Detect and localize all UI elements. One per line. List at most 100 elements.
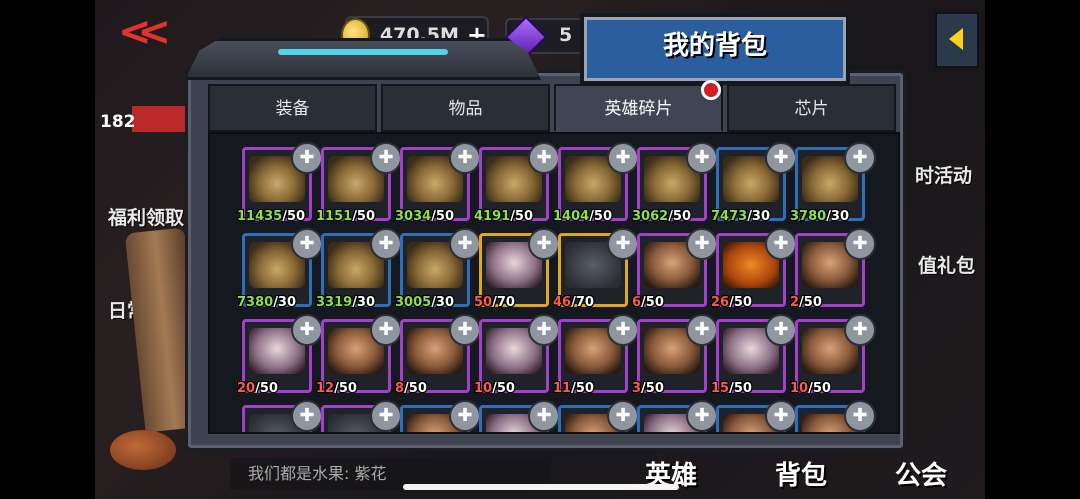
backpack-tabs: 装备 物品 英雄碎片 芯片	[208, 84, 896, 132]
puzzle-piece-icon: ✚	[686, 314, 718, 346]
hero-fragment-card[interactable]: ✚	[321, 400, 402, 432]
hero-fragment-card[interactable]: ✚ 3034/50	[395, 142, 481, 224]
hero-fragment-card[interactable]: ✚ 3/50	[632, 314, 718, 396]
hero-fragment-card[interactable]: ✚ 50/70	[474, 228, 560, 310]
gift-pack-label[interactable]: 值礼包	[918, 251, 975, 278]
hero-fragment-card[interactable]: ✚ 10/50	[790, 314, 876, 396]
fragment-required: /30	[273, 295, 297, 310]
fragment-required: /50	[571, 381, 594, 396]
puzzle-piece-icon: ✚	[607, 314, 639, 346]
hero-fragment-card[interactable]: ✚ 26/50	[711, 228, 797, 310]
fragment-required: /50	[510, 209, 534, 224]
fragment-required: /30	[352, 295, 376, 310]
hero-fragment-card[interactable]: ✚	[479, 400, 560, 432]
puzzle-piece-icon: ✚	[291, 228, 323, 260]
hero-fragment-card[interactable]: ✚ 3005/30	[395, 228, 481, 310]
hero-fragment-card[interactable]: ✚ 46/70	[553, 228, 639, 310]
fragment-owned: 50	[474, 295, 493, 310]
fragment-count: 50/70	[474, 295, 515, 310]
fragment-owned: 3319	[316, 295, 353, 310]
notification-dot	[701, 80, 721, 100]
fragment-owned: 11435	[237, 209, 283, 224]
hero-fragment-card[interactable]: ✚ 1404/50	[553, 142, 639, 224]
hero-fragment-card[interactable]: ✚	[795, 400, 876, 432]
chat-message: 我们都是水果: 紫花	[248, 464, 387, 483]
hero-fragment-card[interactable]: ✚ 7473/30	[711, 142, 797, 224]
fragment-count: 2/50	[790, 295, 822, 310]
fragment-owned: 7380	[237, 295, 274, 310]
hero-fragment-card[interactable]: ✚	[637, 400, 718, 432]
hero-fragment-card[interactable]: ✚ 8/50	[395, 314, 481, 396]
puzzle-piece-icon: ✚	[686, 142, 718, 174]
tab-chips[interactable]: 芯片	[727, 84, 896, 132]
side-menu-toggle-icon[interactable]	[935, 12, 979, 68]
fragment-owned: 1404	[553, 209, 590, 224]
fragment-owned: 3034	[395, 209, 432, 224]
hero-fragment-card[interactable]: ✚ 7380/30	[237, 228, 323, 310]
hero-fragment-card[interactable]: ✚	[716, 400, 797, 432]
hero-fragment-card[interactable]: ✚ 4191/50	[474, 142, 560, 224]
puzzle-piece-icon: ✚	[765, 314, 797, 346]
hero-fragment-card[interactable]: ✚	[400, 400, 481, 432]
puzzle-piece-icon: ✚	[449, 400, 481, 432]
nav-guild[interactable]: 公会	[895, 455, 947, 492]
fragment-required: /50	[641, 381, 664, 396]
puzzle-piece-icon: ✚	[449, 142, 481, 174]
hero-fragment-card[interactable]: ✚ 2/50	[790, 228, 876, 310]
hero-fragment-card[interactable]: ✚	[558, 400, 639, 432]
hero-fragment-card[interactable]: ✚ 11435/50	[237, 142, 323, 224]
tab-hero-fragments[interactable]: 英雄碎片	[554, 84, 723, 132]
fragment-count: 8/50	[395, 381, 427, 396]
hero-fragment-card[interactable]: ✚ 3319/30	[316, 228, 402, 310]
fragment-required: /50	[729, 295, 752, 310]
fragment-count: 10/50	[790, 381, 831, 396]
puzzle-piece-icon: ✚	[370, 400, 402, 432]
fragment-count: 7380/30	[237, 295, 296, 310]
fragment-required: /50	[334, 381, 357, 396]
hero-fragment-card[interactable]: ✚ 6/50	[632, 228, 718, 310]
hero-fragment-card[interactable]: ✚	[242, 400, 323, 432]
home-indicator[interactable]	[403, 484, 679, 490]
puzzle-piece-icon: ✚	[607, 400, 639, 432]
puzzle-piece-icon: ✚	[844, 228, 876, 260]
fragment-required: /50	[431, 209, 455, 224]
fragment-grid-area[interactable]: ✚ 11435/50 ✚ 1151/50 ✚ 3034/50 ✚ 4191/50 ✚ 1404/5…	[208, 132, 900, 434]
hero-fragment-card[interactable]: ✚ 3780/30	[790, 142, 876, 224]
nav-backpack[interactable]: 背包	[775, 455, 827, 492]
event-label[interactable]: 时活动	[915, 161, 972, 188]
fragment-count: 15/50	[711, 381, 752, 396]
fragment-required: /50	[492, 381, 515, 396]
fragment-owned: 10	[474, 381, 493, 396]
fragment-required: /50	[255, 381, 278, 396]
fragment-count: 11435/50	[237, 209, 305, 224]
tab-items[interactable]: 物品	[381, 84, 550, 132]
fragment-owned: 8	[395, 381, 405, 396]
fragment-required: /50	[729, 381, 752, 396]
puzzle-piece-icon: ✚	[607, 228, 639, 260]
fragment-owned: 1151	[316, 209, 353, 224]
puzzle-piece-icon: ✚	[449, 314, 481, 346]
hero-fragment-card[interactable]: ✚ 12/50	[316, 314, 402, 396]
puzzle-piece-icon: ✚	[528, 400, 560, 432]
hero-fragment-card[interactable]: ✚ 1151/50	[316, 142, 402, 224]
hero-fragment-card[interactable]: ✚ 15/50	[711, 314, 797, 396]
fragment-count: 46/70	[553, 295, 594, 310]
puzzle-piece-icon: ✚	[528, 228, 560, 260]
fragment-count: 20/50	[237, 381, 278, 396]
fragment-count: 1404/50	[553, 209, 612, 224]
fragment-required: /70	[492, 295, 515, 310]
fragment-count: 3062/50	[632, 209, 691, 224]
hero-fragment-card[interactable]: ✚ 3062/50	[632, 142, 718, 224]
fragment-count: 3/50	[632, 381, 664, 396]
puzzle-piece-icon: ✚	[291, 142, 323, 174]
fragment-required: /50	[282, 209, 306, 224]
hero-fragment-card[interactable]: ✚ 20/50	[237, 314, 323, 396]
tab-equipment[interactable]: 装备	[208, 84, 377, 132]
fragment-grid: ✚ 11435/50 ✚ 1151/50 ✚ 3034/50 ✚ 4191/50 ✚ 1404/5…	[237, 142, 876, 432]
hero-fragment-card[interactable]: ✚ 11/50	[553, 314, 639, 396]
puzzle-piece-icon: ✚	[370, 228, 402, 260]
welfare-label[interactable]: 福利领取	[108, 203, 184, 230]
back-arrow-icon[interactable]: <<	[118, 12, 171, 52]
fragment-required: /50	[799, 295, 822, 310]
hero-fragment-card[interactable]: ✚ 10/50	[474, 314, 560, 396]
